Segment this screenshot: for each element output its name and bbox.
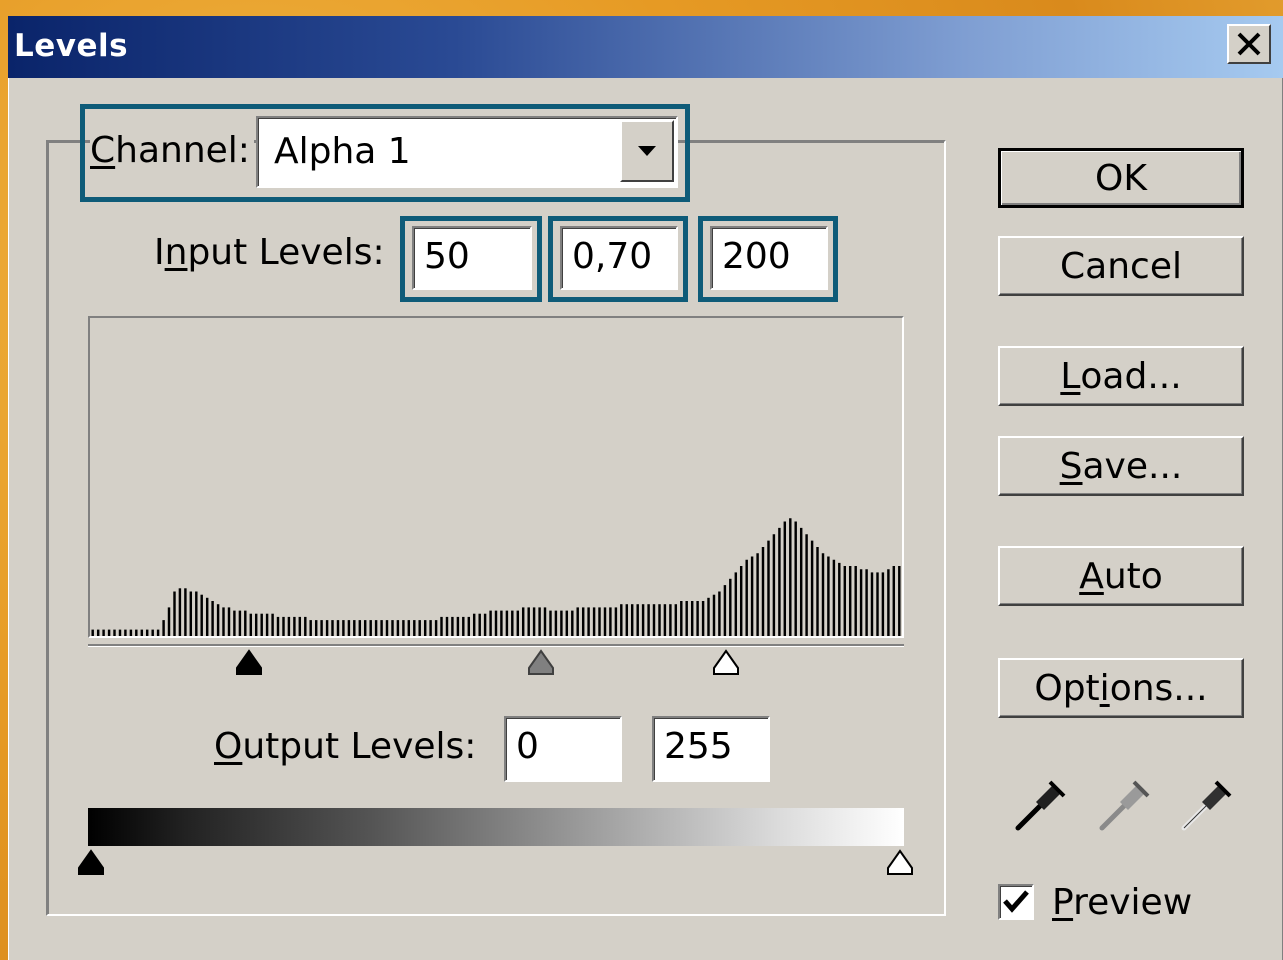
auto-button[interactable]: Auto — [998, 546, 1244, 606]
gray-eyedropper-icon[interactable] — [1094, 776, 1154, 836]
preview-label: Preview — [1052, 882, 1193, 923]
levels-dialog: Levels Channel: Alpha 1 Input Levels: 50… — [8, 16, 1283, 960]
output-gradient-bar — [88, 808, 904, 846]
input-gamma-field[interactable]: 0,70 — [560, 226, 678, 290]
ok-button[interactable]: OK — [998, 148, 1244, 208]
input-slider-track[interactable] — [88, 644, 904, 647]
white-eyedropper-icon[interactable] — [1176, 776, 1236, 836]
gamma-slider[interactable] — [526, 648, 556, 676]
checkmark-icon — [1003, 890, 1029, 913]
close-icon — [1237, 32, 1261, 56]
title-bar[interactable]: Levels — [8, 16, 1283, 78]
histogram — [88, 316, 904, 638]
white-point-slider[interactable] — [711, 648, 741, 676]
preview-checkbox[interactable] — [998, 884, 1034, 920]
channel-dropdown-button[interactable] — [620, 120, 674, 182]
channel-label: Channel: — [90, 130, 254, 171]
input-levels-label: Input Levels: — [154, 232, 385, 273]
close-button[interactable] — [1227, 24, 1271, 64]
load-button[interactable]: Load... — [998, 346, 1244, 406]
input-black-field[interactable]: 50 — [412, 226, 532, 290]
output-levels-label: Output Levels: — [214, 726, 477, 767]
output-black-field[interactable]: 0 — [504, 716, 622, 782]
output-white-slider[interactable] — [885, 848, 915, 876]
output-black-slider[interactable] — [76, 848, 106, 876]
black-point-slider[interactable] — [234, 648, 264, 676]
cancel-button[interactable]: Cancel — [998, 236, 1244, 296]
window-title: Levels — [14, 28, 129, 64]
output-white-field[interactable]: 255 — [652, 716, 770, 782]
channel-select[interactable]: Alpha 1 — [256, 116, 678, 188]
chevron-down-icon — [638, 146, 656, 156]
histogram-chart — [91, 518, 901, 636]
save-button[interactable]: Save... — [998, 436, 1244, 496]
black-eyedropper-icon[interactable] — [1010, 776, 1070, 836]
channel-value: Alpha 1 — [274, 131, 411, 172]
input-white-field[interactable]: 200 — [710, 226, 828, 290]
options-button[interactable]: Opt i ons... — [998, 658, 1244, 718]
